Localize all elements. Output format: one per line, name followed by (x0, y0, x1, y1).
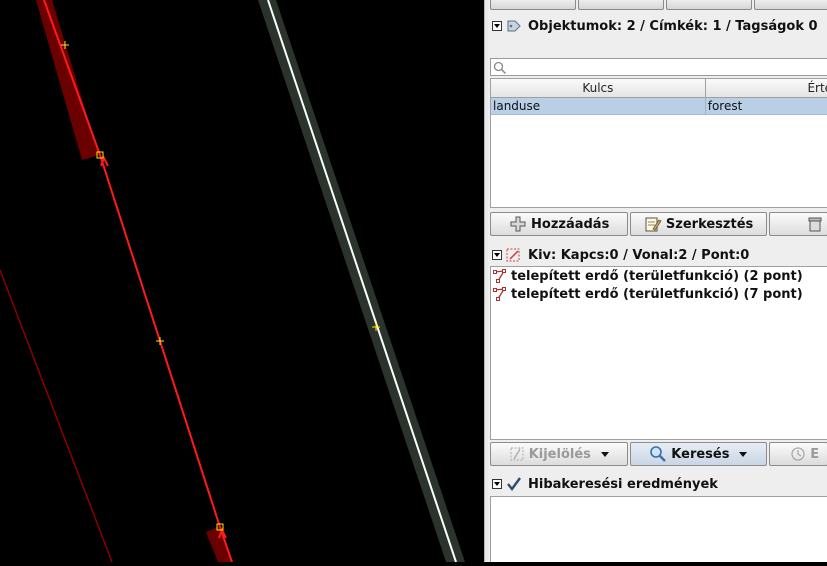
tag-table-header: Kulcs Érték (491, 79, 827, 98)
collapse-toggle-icon[interactable] (492, 479, 502, 489)
list-item-label: telepített erdő (területfunkció) (7 pont… (511, 286, 803, 302)
chevron-down-icon[interactable] (739, 451, 748, 457)
history-label: E (810, 446, 820, 462)
way-icon (493, 269, 506, 283)
tag-icon (506, 18, 522, 34)
plus-icon (509, 215, 527, 233)
collapse-toggle-icon[interactable] (492, 250, 502, 260)
selection-toolbar: Kijelölés Keresés E (490, 442, 827, 466)
edit-tag-button[interactable]: Szerkesztés (630, 212, 767, 236)
tag-search-input[interactable] (509, 60, 813, 76)
panel-button[interactable] (490, 0, 576, 10)
select-button[interactable]: Kijelölés (490, 442, 628, 466)
collapse-toggle-icon[interactable] (492, 21, 502, 31)
list-item[interactable]: telepített erdő (területfunkció) (7 pont… (491, 285, 827, 303)
column-key-header[interactable]: Kulcs (491, 79, 706, 97)
search-button[interactable]: Keresés (629, 442, 768, 466)
select-icon (509, 446, 525, 462)
edit-tag-label: Szerkesztés (665, 216, 754, 232)
validation-panel-header: Hibakeresési eredmények (488, 474, 827, 494)
tag-table: Kulcs Érték landuse forest (490, 78, 827, 208)
tags-panel-header: Objektumok: 2 / Címkék: 1 / Tagságok 0 (488, 16, 827, 36)
add-tag-label: Hozzáadás (531, 216, 610, 232)
previous-panel-buttons (488, 0, 827, 10)
tag-value-cell[interactable]: forest (706, 98, 827, 114)
selection-list: telepített erdő (területfunkció) (2 pont… (490, 266, 827, 440)
selection-icon (506, 247, 522, 263)
side-panels: Objektumok: 2 / Címkék: 1 / Tagságok 0 K… (488, 0, 827, 562)
panel-button[interactable] (754, 0, 827, 10)
search-label: Keresés (671, 446, 730, 462)
check-icon (506, 476, 522, 492)
table-row[interactable]: landuse forest (491, 98, 827, 115)
history-icon (790, 446, 806, 462)
tag-key-cell[interactable]: landuse (491, 98, 706, 114)
road-centerline (267, 0, 457, 563)
map-view[interactable] (0, 0, 484, 563)
way-icon (493, 287, 506, 301)
chevron-down-icon[interactable] (600, 451, 609, 457)
select-label: Kijelölés (528, 446, 591, 462)
tag-search-field[interactable] (490, 58, 827, 76)
virtual-node[interactable] (156, 337, 164, 345)
add-tag-button[interactable]: Hozzáadás (490, 212, 629, 236)
search-icon (493, 61, 507, 75)
validation-results-list (490, 496, 827, 562)
history-button[interactable]: E (769, 442, 827, 466)
list-item-label: telepített erdő (területfunkció) (2 pont… (511, 268, 803, 284)
column-value-header[interactable]: Érték (706, 79, 827, 97)
selection-panel-title: Kiv: Kapcs:0 / Vonal:2 / Pont:0 (528, 247, 750, 263)
magnifier-icon (649, 445, 667, 463)
unselected-way[interactable] (0, 269, 113, 563)
panel-button[interactable] (666, 0, 752, 10)
tags-toolbar: Hozzáadás Szerkesztés (490, 212, 827, 236)
map-canvas[interactable] (0, 0, 484, 563)
way-area-shade (206, 526, 232, 562)
validation-panel-title: Hibakeresési eredmények (528, 476, 718, 492)
edit-icon (644, 215, 662, 233)
way-area-shade (36, 0, 99, 160)
panel-button[interactable] (578, 0, 664, 10)
trash-icon (808, 215, 822, 233)
tags-panel-title: Objektumok: 2 / Címkék: 1 / Tagságok 0 (528, 18, 818, 34)
selection-panel-header: Kiv: Kapcs:0 / Vonal:2 / Pont:0 (488, 245, 827, 265)
delete-tag-button[interactable] (768, 212, 827, 236)
list-item[interactable]: telepített erdő (területfunkció) (2 pont… (491, 267, 827, 285)
